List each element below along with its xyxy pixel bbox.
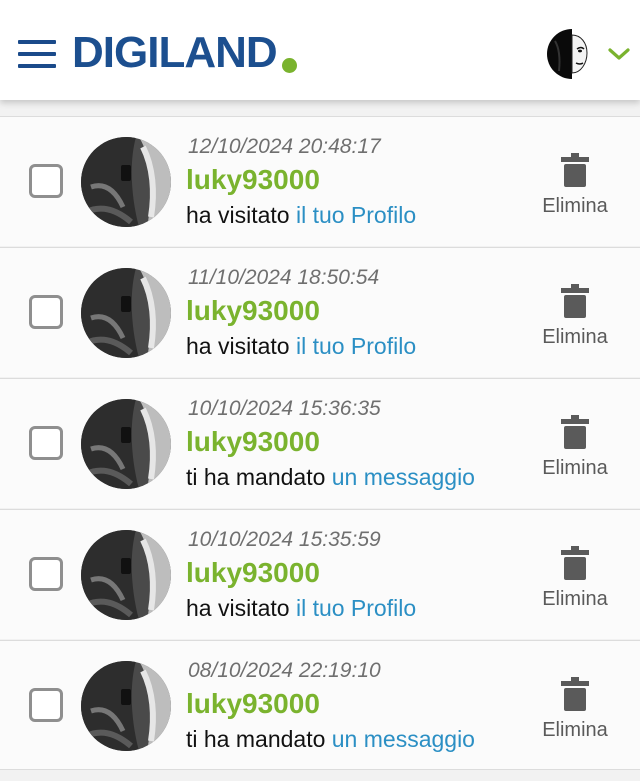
username-link[interactable]: luky93000	[186, 688, 320, 720]
action-link[interactable]: il tuo Profilo	[296, 595, 416, 621]
user-avatar[interactable]	[547, 29, 597, 79]
avatar[interactable]	[81, 530, 171, 620]
trash-icon	[561, 677, 589, 711]
timestamp: 08/10/2024 22:19:10	[188, 659, 381, 682]
trash-icon	[561, 153, 589, 187]
select-checkbox[interactable]	[29, 295, 63, 329]
avatar[interactable]	[81, 137, 171, 227]
top-header: DIGILAND	[0, 0, 640, 100]
chevron-down-icon[interactable]	[606, 46, 632, 62]
avatar[interactable]	[81, 399, 171, 489]
delete-label: Elimina	[542, 588, 608, 610]
select-checkbox[interactable]	[29, 688, 63, 722]
notification-row: 12/10/2024 20:48:17 luky93000 ha visitat…	[0, 116, 640, 246]
username-link[interactable]: luky93000	[186, 557, 320, 589]
delete-button[interactable]: Elimina	[530, 415, 620, 485]
site-logo[interactable]: DIGILAND	[72, 28, 278, 78]
action-prefix: ha visitato	[186, 202, 296, 228]
notification-row: 10/10/2024 15:35:59 luky93000 ha visitat…	[0, 509, 640, 639]
action-text: ti ha mandato un messaggio	[186, 463, 475, 491]
delete-label: Elimina	[542, 195, 608, 217]
notification-row: 10/10/2024 15:36:35 luky93000 ti ha mand…	[0, 378, 640, 508]
action-text: ha visitato il tuo Profilo	[186, 332, 416, 360]
action-link[interactable]: il tuo Profilo	[296, 202, 416, 228]
action-text: ti ha mandato un messaggio	[186, 725, 475, 753]
avatar[interactable]	[81, 268, 171, 358]
timestamp: 10/10/2024 15:36:35	[188, 397, 381, 420]
username-link[interactable]: luky93000	[186, 426, 320, 458]
delete-label: Elimina	[542, 326, 608, 348]
action-prefix: ha visitato	[186, 595, 296, 621]
avatar[interactable]	[81, 661, 171, 751]
delete-button[interactable]: Elimina	[530, 677, 620, 747]
timestamp: 11/10/2024 18:50:54	[188, 266, 380, 289]
username-link[interactable]: luky93000	[186, 295, 320, 327]
delete-button[interactable]: Elimina	[530, 546, 620, 616]
menu-icon[interactable]	[18, 38, 56, 70]
action-link[interactable]: un messaggio	[332, 464, 475, 490]
action-link[interactable]: il tuo Profilo	[296, 333, 416, 359]
delete-button[interactable]: Elimina	[530, 153, 620, 223]
action-link[interactable]: un messaggio	[332, 726, 475, 752]
select-checkbox[interactable]	[29, 557, 63, 591]
action-prefix: ti ha mandato	[186, 726, 332, 752]
delete-label: Elimina	[542, 457, 608, 479]
select-checkbox[interactable]	[29, 426, 63, 460]
delete-label: Elimina	[542, 719, 608, 741]
username-link[interactable]: luky93000	[186, 164, 320, 196]
trash-icon	[561, 284, 589, 318]
delete-button[interactable]: Elimina	[530, 284, 620, 354]
trash-icon	[561, 546, 589, 580]
notification-row: 08/10/2024 22:19:10 luky93000 ti ha mand…	[0, 640, 640, 770]
trash-icon	[561, 415, 589, 449]
notification-row: 11/10/2024 18:50:54 luky93000 ha visitat…	[0, 247, 640, 377]
select-checkbox[interactable]	[29, 164, 63, 198]
timestamp: 10/10/2024 15:35:59	[188, 528, 381, 551]
action-prefix: ti ha mandato	[186, 464, 332, 490]
action-text: ha visitato il tuo Profilo	[186, 594, 416, 622]
timestamp: 12/10/2024 20:48:17	[188, 135, 381, 158]
action-prefix: ha visitato	[186, 333, 296, 359]
action-text: ha visitato il tuo Profilo	[186, 201, 416, 229]
logo-dot	[282, 58, 297, 73]
